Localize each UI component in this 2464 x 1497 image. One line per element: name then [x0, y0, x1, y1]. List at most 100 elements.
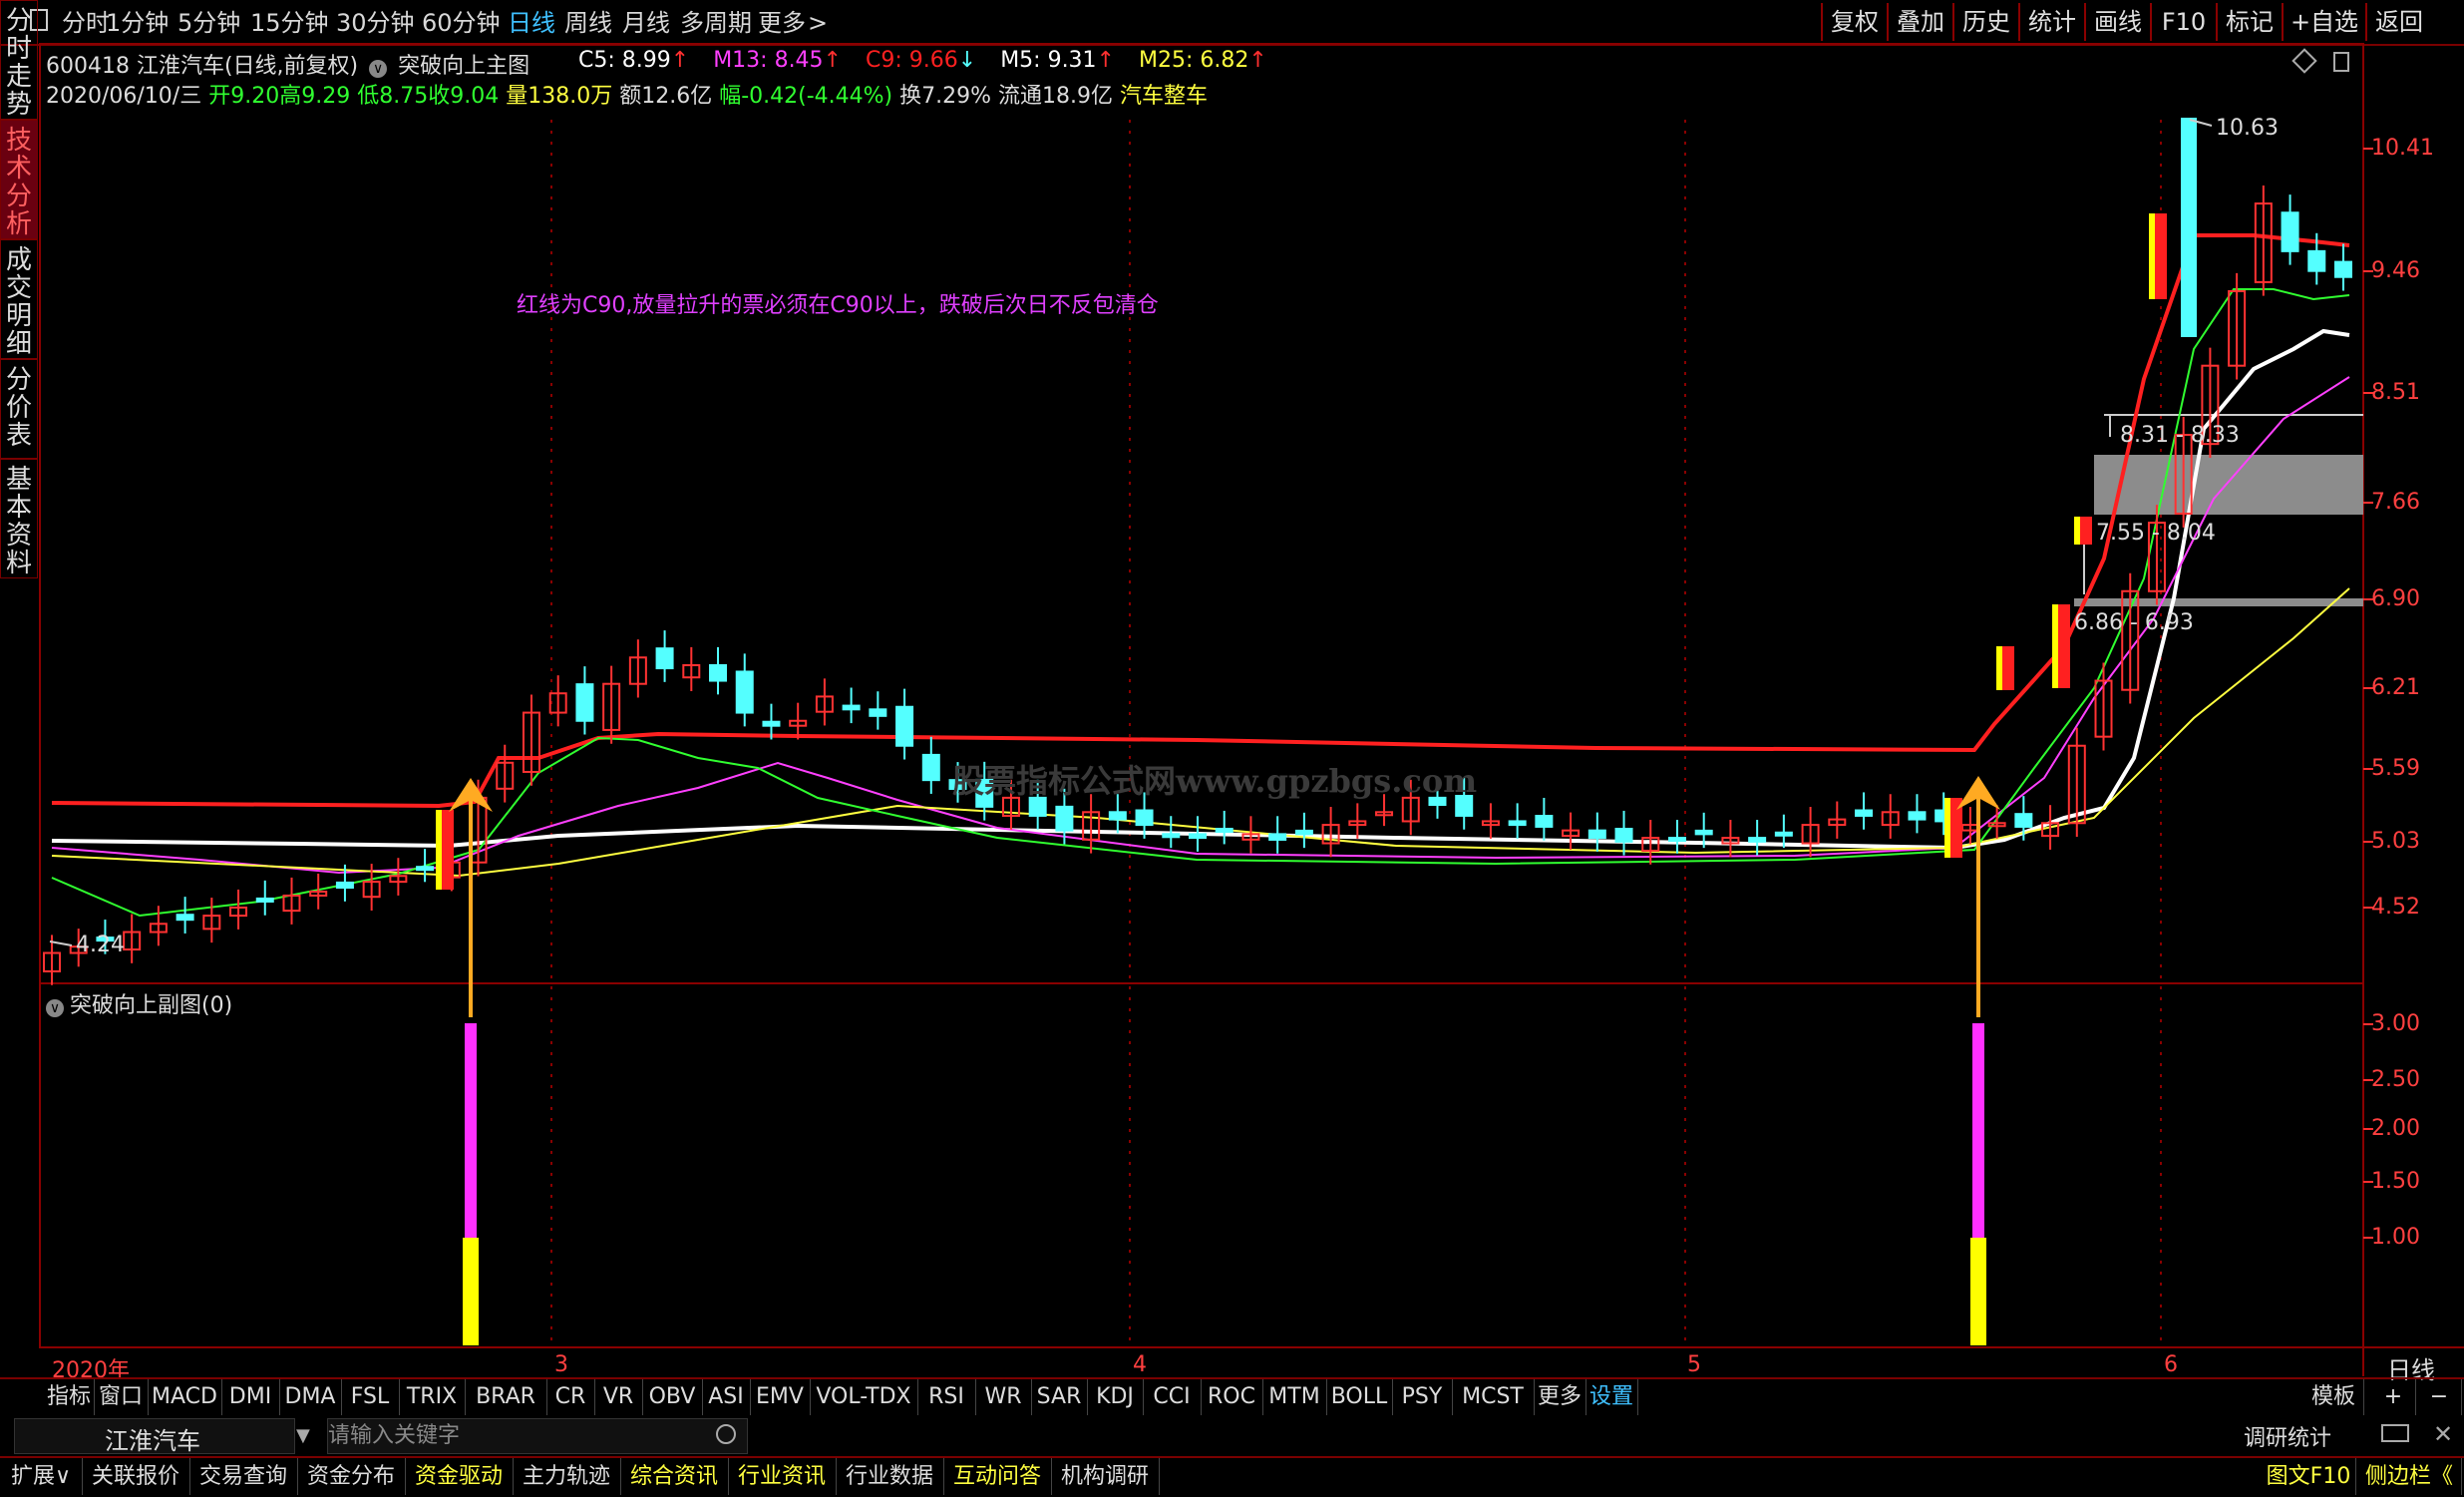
status-tab[interactable]: 扩展∨ — [0, 1458, 83, 1495]
chart-frame — [39, 43, 2464, 1376]
stock-selector[interactable]: 江淮汽车 ▼ — [14, 1418, 310, 1455]
ma-legend-item: M5: 9.31↑ — [1000, 48, 1115, 73]
candle-body — [1694, 829, 1713, 836]
candle-body — [1828, 818, 1847, 827]
status-tab[interactable]: 交易查询 — [189, 1458, 298, 1495]
status-tab[interactable]: 资金分布 — [297, 1458, 406, 1495]
min-price-label: 4.24 — [76, 933, 125, 957]
tab-multi-period[interactable]: 多周期 — [680, 0, 752, 44]
indicator-tab[interactable]: VOL-TDX — [810, 1379, 918, 1415]
research-stats-label[interactable]: 调研统计 — [2244, 1420, 2331, 1452]
chevron-right-icon[interactable]: > — [808, 0, 828, 44]
signal-bar — [2074, 517, 2088, 545]
sub-chart-title: 突破向上副图(0) — [70, 993, 233, 1018]
indicator-tab[interactable]: CR — [546, 1379, 595, 1415]
indicator-tab[interactable]: MTM — [1262, 1379, 1327, 1415]
diamond-icon[interactable] — [2291, 48, 2317, 74]
indicator-tab[interactable]: BRAR — [465, 1379, 547, 1415]
sidebar-tab-price-volume[interactable]: 分价表 — [0, 359, 38, 459]
indicator-tab[interactable]: DMA — [279, 1379, 342, 1415]
f10-button[interactable]: F10 — [2150, 3, 2216, 41]
status-tab[interactable]: 机构调研 — [1051, 1458, 1160, 1495]
candle-body — [548, 692, 567, 714]
fuquan-button[interactable]: 复权 — [1821, 3, 1887, 41]
bottom-right-button[interactable]: − — [2417, 1379, 2462, 1415]
indicator-name[interactable]: 突破向上主图 — [398, 54, 529, 79]
close-icon[interactable]: ✕ — [2433, 1420, 2453, 1448]
indicator-tab[interactable]: SAR — [1031, 1379, 1088, 1415]
search-icon[interactable] — [716, 1424, 736, 1444]
overlay-button[interactable]: 叠加 — [1887, 3, 1952, 41]
history-button[interactable]: 历史 — [1952, 3, 2018, 41]
indicator-tab[interactable]: 指标 — [44, 1379, 95, 1415]
indicator-tab[interactable]: EMV — [750, 1379, 811, 1415]
tab-more[interactable]: 更多 — [758, 0, 806, 44]
indicator-tab[interactable]: OBV — [642, 1379, 703, 1415]
draw-line-button[interactable]: 画线 — [2084, 3, 2150, 41]
bottom-right-button[interactable]: 模板 — [2303, 1379, 2364, 1415]
mark-button[interactable]: 标记 — [2216, 3, 2282, 41]
bottom-right-button[interactable]: + — [2371, 1379, 2416, 1415]
candle-body — [1241, 833, 1260, 841]
panel-toggle-icon[interactable] — [2333, 52, 2349, 72]
indicator-tab[interactable]: PSY — [1392, 1379, 1453, 1415]
window-restore-icon[interactable] — [2381, 1424, 2409, 1442]
bar-industry[interactable]: 汽车整车 — [1120, 84, 1208, 109]
indicator-tab[interactable]: 窗口 — [94, 1379, 149, 1415]
sidebar-tab-trades[interactable]: 成交明细 — [0, 239, 38, 359]
status-tab[interactable]: 资金驱动 — [405, 1458, 514, 1495]
sub-dropdown-icon[interactable]: ∨ — [46, 999, 64, 1017]
indicator-dropdown-icon[interactable]: ∨ — [369, 60, 388, 78]
indicator-tab[interactable]: MACD — [148, 1379, 222, 1415]
tab-15min[interactable]: 15分钟 — [250, 0, 329, 44]
status-tab[interactable]: 综合资讯 — [620, 1458, 729, 1495]
indicator-tab[interactable]: 更多 — [1534, 1379, 1586, 1415]
kline-chart[interactable] — [0, 0, 2464, 1495]
indicator-tab[interactable]: KDJ — [1087, 1379, 1144, 1415]
tab-30min[interactable]: 30分钟 — [336, 0, 415, 44]
indicator-tab[interactable]: RSI — [917, 1379, 976, 1415]
tab-weekly[interactable]: 周线 — [564, 0, 612, 44]
status-right-button[interactable]: 侧边栏《 — [2357, 1458, 2462, 1495]
candle-body — [1481, 820, 1500, 827]
indicator-tab[interactable]: TRIX — [399, 1379, 466, 1415]
tab-1min[interactable]: 1分钟 — [106, 0, 169, 44]
status-tab[interactable]: 关联报价 — [82, 1458, 190, 1495]
stats-button[interactable]: 统计 — [2018, 3, 2084, 41]
ohlc-line: 2020/06/10/三 开9.20高9.29 低8.75收9.04 量138.… — [46, 78, 1208, 110]
candle-body — [282, 894, 301, 913]
candle-body — [496, 761, 515, 790]
signal-bar — [1996, 646, 2010, 690]
tab-fenshi[interactable]: 分时 — [62, 0, 110, 44]
tab-60min[interactable]: 60分钟 — [422, 0, 501, 44]
status-right-button[interactable]: 图文F10 — [2262, 1458, 2356, 1495]
trend-arrow-icon: ↓ — [957, 48, 977, 73]
indicator-tab[interactable]: VR — [594, 1379, 643, 1415]
sidebar-tab-profile[interactable]: 基本资料 — [0, 459, 38, 578]
search-input[interactable]: 请输入关键字 — [327, 1418, 748, 1454]
tab-5min[interactable]: 5分钟 — [177, 0, 240, 44]
indicator-tab[interactable]: MCST — [1452, 1379, 1535, 1415]
indicator-tab[interactable]: BOLL — [1326, 1379, 1393, 1415]
sidebar-tab-technical[interactable]: 技术分析 — [0, 120, 38, 239]
status-tab[interactable]: 行业数据 — [836, 1458, 944, 1495]
candle-body — [309, 890, 328, 897]
indicator-tab[interactable]: ROC — [1201, 1379, 1263, 1415]
indicator-tab[interactable]: CCI — [1143, 1379, 1202, 1415]
indicator-tab[interactable]: 设置 — [1585, 1379, 1638, 1415]
indicator-tab[interactable]: FSL — [341, 1379, 400, 1415]
status-tab[interactable]: 互动问答 — [943, 1458, 1052, 1495]
indicator-tab[interactable]: WR — [975, 1379, 1032, 1415]
add-watchlist-button[interactable]: +自选 — [2282, 3, 2365, 41]
status-tab[interactable]: 主力轨迹 — [513, 1458, 621, 1495]
status-tab[interactable]: 行业资讯 — [728, 1458, 837, 1495]
candle-body — [1215, 828, 1233, 834]
indicator-tab[interactable]: ASI — [702, 1379, 751, 1415]
tab-monthly[interactable]: 月线 — [622, 0, 670, 44]
candle-body — [176, 914, 194, 922]
candle-body — [1774, 831, 1793, 837]
indicator-tab[interactable]: DMI — [221, 1379, 280, 1415]
sidebar-tab-intraday[interactable]: 分时走势 — [0, 0, 38, 120]
candle-body — [442, 861, 461, 879]
tab-daily[interactable]: 日线 — [508, 0, 555, 44]
